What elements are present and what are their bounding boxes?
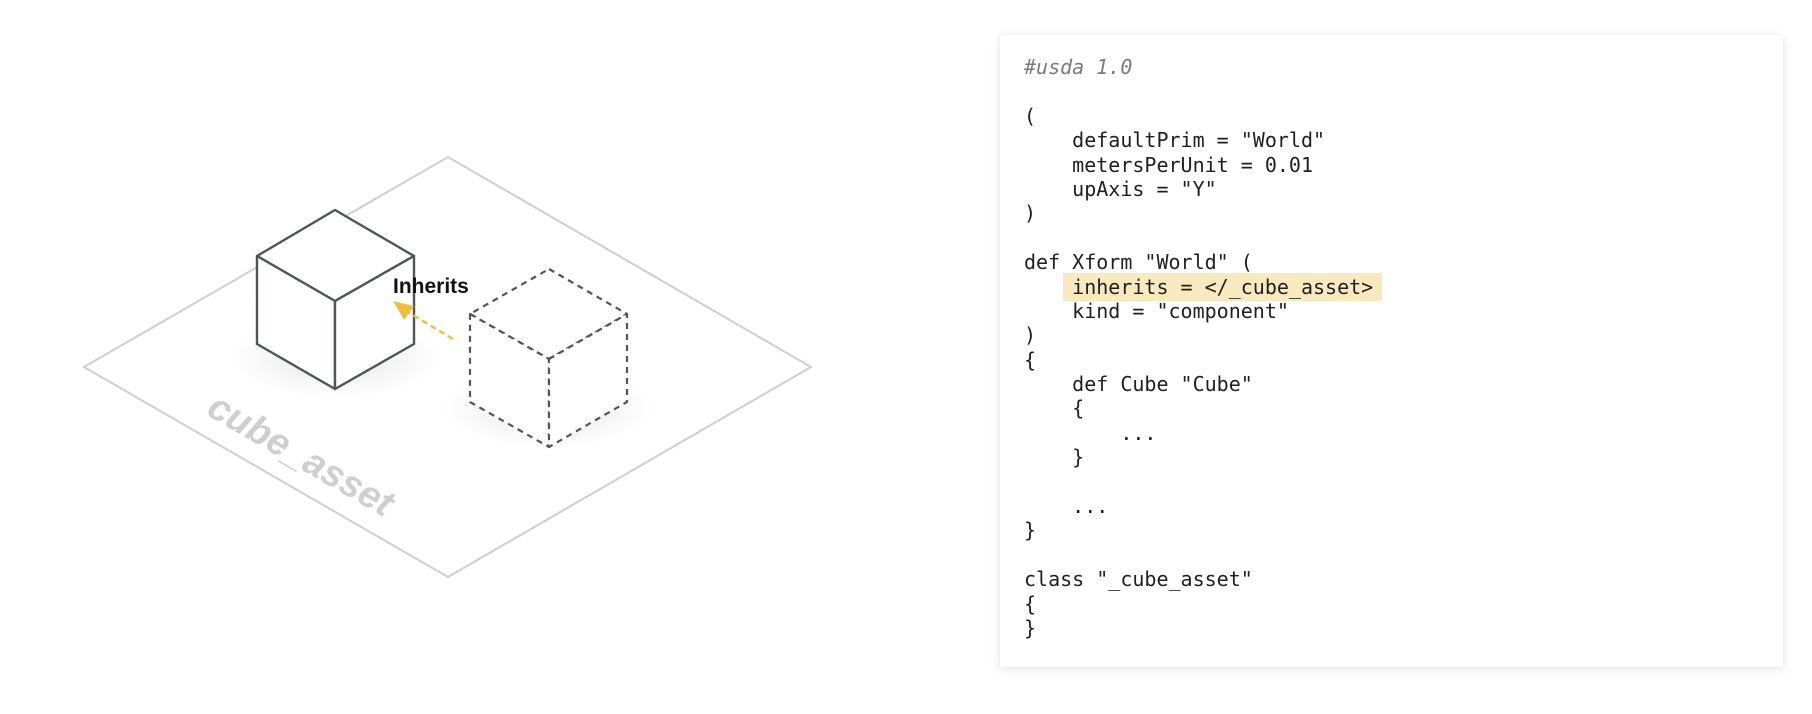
code-line: ... [1024, 494, 1109, 519]
code-line-highlighted: inherits = </_cube_asset> [1000, 272, 1783, 301]
plane-label: cube_asset [201, 385, 402, 526]
code-line: { [1024, 347, 1037, 372]
code-block: #usda 1.0 ( defaultPrim = "World" metersP… [1000, 55, 1783, 640]
code-line: ... [1024, 420, 1157, 445]
code-line: kind = "component" [1024, 298, 1289, 323]
code-line: } [1024, 615, 1037, 640]
code-line: #usda 1.0 [1024, 55, 1133, 79]
code-line: ( [1024, 103, 1037, 128]
diagram-canvas: cube_asset Inherits [81, 155, 813, 579]
code-line: ) [1024, 201, 1037, 226]
inherits-label: Inherits [393, 275, 469, 298]
inherits-highlight: inherits = </_cube_asset> [1063, 272, 1383, 301]
code-line: metersPerUnit = 0.01 [1024, 152, 1313, 177]
code-line: defaultPrim = "World" [1024, 128, 1326, 153]
code-line: } [1024, 445, 1085, 470]
code-line: } [1024, 518, 1037, 543]
code-line: { [1024, 396, 1085, 421]
code-line: def Cube "Cube" [1024, 372, 1253, 397]
code-line: ) [1024, 323, 1037, 348]
code-line: upAxis = "Y" [1024, 176, 1217, 201]
cube-asset-plane [81, 155, 813, 579]
code-line: { [1024, 591, 1037, 616]
code-line: class "_cube_asset" [1024, 567, 1253, 592]
usda-code-panel: #usda 1.0 ( defaultPrim = "World" metersP… [1000, 35, 1783, 667]
inheritance-diagram: cube_asset Inherits [0, 0, 960, 709]
code-line: def Xform "World" ( [1024, 250, 1253, 275]
